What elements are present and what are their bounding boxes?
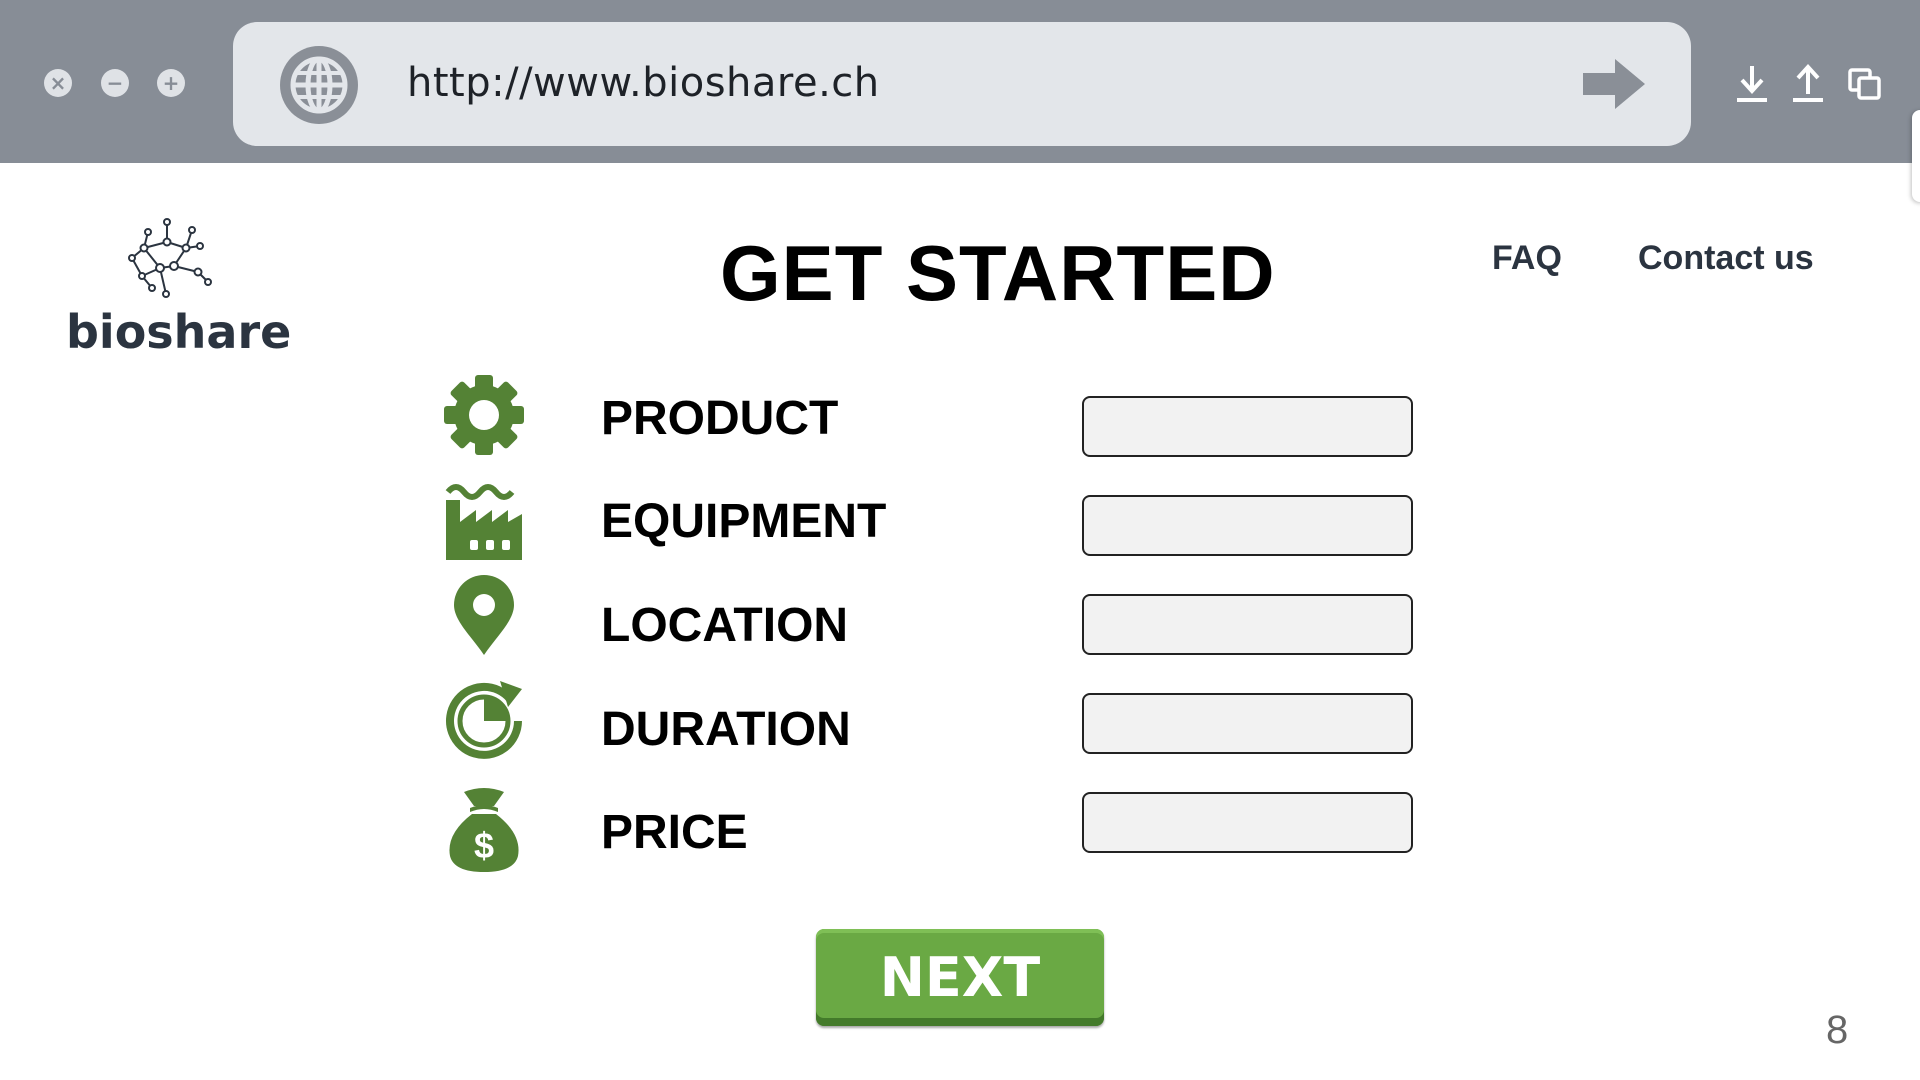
nav-link-faq[interactable]: FAQ <box>1492 239 1562 278</box>
duration-input[interactable] <box>1082 693 1413 754</box>
gear-icon <box>444 375 524 455</box>
product-input[interactable] <box>1082 396 1413 457</box>
field-label-equipment: EQUIPMENT <box>601 495 887 548</box>
browser-toolbar: × − + http://www.bioshare.ch <box>0 0 1920 163</box>
address-bar[interactable]: http://www.bioshare.ch <box>233 22 1691 146</box>
factory-icon <box>445 484 522 560</box>
side-panel-edge <box>1912 110 1920 202</box>
field-label-product: PRODUCT <box>601 392 839 445</box>
money-bag-icon: $ <box>449 788 519 872</box>
field-label-location: LOCATION <box>601 599 849 652</box>
price-input[interactable] <box>1082 792 1413 853</box>
upload-icon[interactable] <box>1791 64 1825 104</box>
go-arrow-icon[interactable] <box>1583 59 1645 109</box>
field-label-price: PRICE <box>601 806 748 859</box>
nav-link-contact[interactable]: Contact us <box>1638 239 1814 278</box>
next-button[interactable]: NEXT <box>816 929 1104 1026</box>
clock-refresh-icon <box>446 681 522 759</box>
globe-icon <box>280 46 358 124</box>
page-number: 8 <box>1826 1008 1849 1052</box>
brand-name[interactable]: bioshare <box>66 305 291 359</box>
equipment-input[interactable] <box>1082 495 1413 556</box>
svg-text:$: $ <box>474 825 494 866</box>
window-minimize-button[interactable]: − <box>101 69 129 97</box>
location-input[interactable] <box>1082 594 1413 655</box>
window-maximize-button[interactable]: + <box>157 69 185 97</box>
maximize-icon: + <box>162 71 180 95</box>
close-icon: × <box>49 71 67 95</box>
download-icon[interactable] <box>1735 64 1769 104</box>
url-text[interactable]: http://www.bioshare.ch <box>407 60 880 106</box>
molecule-network-icon <box>128 218 212 298</box>
field-label-duration: DURATION <box>601 703 851 756</box>
copy-window-icon[interactable] <box>1848 64 1882 104</box>
window-close-button[interactable]: × <box>44 69 72 97</box>
minimize-icon: − <box>106 71 124 95</box>
location-pin-icon <box>454 575 514 655</box>
page-title: GET STARTED <box>720 229 1276 317</box>
